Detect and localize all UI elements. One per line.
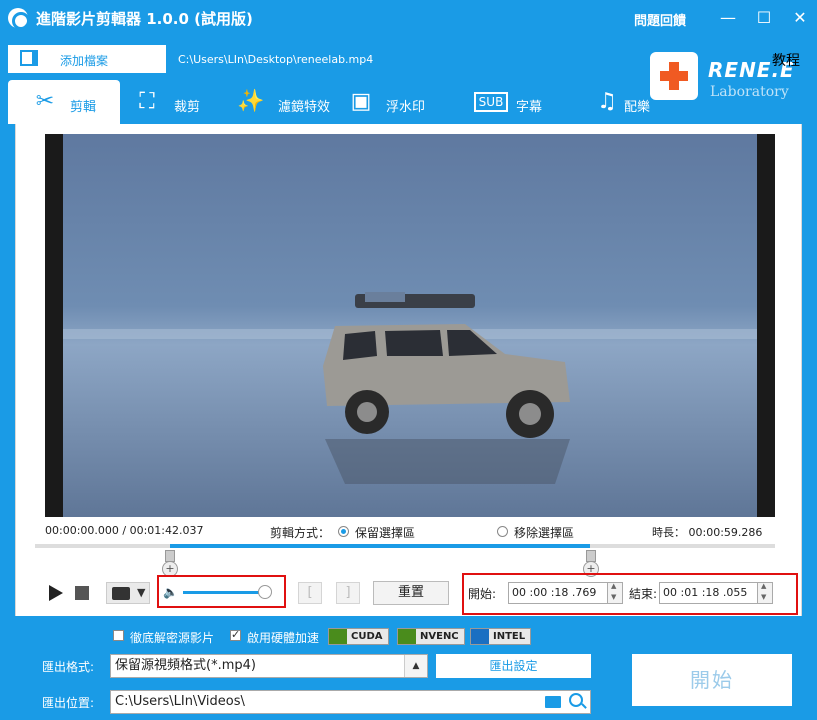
cuda-badge: CUDA xyxy=(328,628,389,645)
format-select[interactable]: 保留源視頻格式(*.mp4) xyxy=(110,654,428,678)
maximize-button[interactable]: ☐ xyxy=(752,6,776,30)
output-path-field[interactable]: C:\Users\LIn\Videos\ xyxy=(110,690,591,714)
current-file-path: C:\Users\LIn\Desktop\reneelab.mp4 xyxy=(178,53,374,66)
format-label: 匯出格式: xyxy=(42,660,95,674)
tutorial-link[interactable]: 教程 xyxy=(772,50,800,70)
end-time-spinner[interactable] xyxy=(757,582,773,604)
scissors-icon: ✂ xyxy=(35,89,55,114)
start-time-field[interactable]: 00 :00 :18 .769 xyxy=(508,582,612,604)
decrypt-label: 徹底解密源影片 xyxy=(130,631,215,645)
volume-knob[interactable] xyxy=(258,585,272,599)
nvenc-badge: NVENC xyxy=(397,628,465,645)
timeline-track[interactable] xyxy=(35,544,775,548)
export-settings-button[interactable]: 匯出設定 xyxy=(436,654,591,678)
tab-filters-label: 濾鏡特效 xyxy=(278,100,331,115)
cut-mode-label: 剪輯方式： xyxy=(270,526,331,540)
start-time-label: 開始: xyxy=(468,587,497,601)
tab-cut[interactable]: ✂ 剪輯 xyxy=(8,80,120,124)
tab-watermark-label: 浮水印 xyxy=(386,100,426,115)
volume-slider[interactable] xyxy=(183,591,265,594)
chevron-down-icon: ▼ xyxy=(137,586,146,599)
reset-button[interactable]: 重置 xyxy=(373,581,449,605)
nvidia-icon xyxy=(329,629,347,644)
nvidia-icon xyxy=(398,629,416,644)
hwaccel-checkbox[interactable] xyxy=(230,628,241,641)
remove-selection-label: 移除選擇區 xyxy=(514,526,575,540)
set-end-button[interactable]: ] xyxy=(336,582,360,604)
crop-icon: ⛶ xyxy=(139,89,155,114)
close-button[interactable]: ✕ xyxy=(788,6,812,30)
video-preview xyxy=(45,134,775,517)
tab-music-label: 配樂 xyxy=(624,100,651,115)
search-icon[interactable] xyxy=(569,693,583,707)
subtitle-icon: SUB xyxy=(474,92,508,112)
remove-selection-radio[interactable] xyxy=(497,526,508,537)
intel-icon xyxy=(471,629,489,644)
stop-icon[interactable] xyxy=(75,586,89,600)
end-time-label: 結束: xyxy=(629,587,658,601)
start-export-button[interactable]: 開始 xyxy=(632,654,792,706)
keep-selection-label: 保留選擇區 xyxy=(355,526,416,540)
decrypt-checkbox[interactable] xyxy=(113,630,124,641)
music-icon: ♫ xyxy=(597,89,617,114)
window-title: 進階影片剪輯器 1.0.0 (試用版) xyxy=(36,10,253,28)
speaker-icon[interactable]: 🔈 xyxy=(163,585,178,599)
add-file-label: 添加檔案 xyxy=(60,54,109,68)
set-start-button[interactable]: [ xyxy=(298,582,322,604)
folder-icon[interactable] xyxy=(545,696,561,708)
playback-time: 00:00:00.000 / 00:01:42.037 xyxy=(45,524,204,537)
timeline-selection xyxy=(170,544,590,548)
tab-crop-label: 裁剪 xyxy=(174,100,201,115)
format-value: 保留源視頻格式(*.mp4) xyxy=(115,658,256,673)
keep-selection-radio[interactable] xyxy=(338,526,349,537)
minimize-button[interactable]: — xyxy=(716,6,740,30)
snapshot-button[interactable]: ▼ xyxy=(106,582,150,604)
app-logo-icon xyxy=(8,8,30,30)
selection-duration: 時長： 00:00:59.286 xyxy=(652,526,763,539)
add-file-icon xyxy=(20,50,38,66)
tab-subtitle[interactable]: SUB 字幕 xyxy=(474,80,564,124)
path-label: 匯出位置: xyxy=(42,696,95,710)
intel-badge: INTEL xyxy=(470,628,532,645)
output-path-value: C:\Users\LIn\Videos\ xyxy=(115,694,245,709)
volume-control: 🔈 xyxy=(157,575,286,608)
tab-cut-label: 剪輯 xyxy=(70,100,97,115)
magic-wand-icon: ✨ xyxy=(237,89,265,114)
tab-music[interactable]: ♫ 配樂 xyxy=(592,80,672,124)
play-icon[interactable] xyxy=(49,585,63,601)
hwaccel-label: 啟用硬體加速 xyxy=(247,631,320,645)
format-dropdown-icon[interactable]: ▲ xyxy=(404,655,427,677)
tab-crop[interactable]: ⛶ 裁剪 xyxy=(130,80,220,124)
start-marker-handle[interactable]: + xyxy=(162,550,178,577)
tab-subtitle-label: 字幕 xyxy=(516,100,543,115)
end-time-field[interactable]: 00 :01 :18 .055 xyxy=(659,582,763,604)
tab-watermark[interactable]: ▣ 浮水印 xyxy=(346,80,436,124)
feature-tabs: ✂ 剪輯 ⛶ 裁剪 ✨ 濾鏡特效 ▣ 浮水印 SUB 字幕 ♫ 配樂 xyxy=(0,80,817,124)
add-file-button[interactable]: 添加檔案 xyxy=(8,45,166,73)
feedback-button[interactable]: 問題回饋 xyxy=(634,10,686,29)
camera-icon xyxy=(112,587,130,600)
start-time-spinner[interactable] xyxy=(607,582,623,604)
tab-filters[interactable]: ✨ 濾鏡特效 xyxy=(234,80,334,124)
vehicle-frame-image xyxy=(323,292,570,484)
watermark-icon: ▣ xyxy=(350,89,372,114)
title-bar: 進階影片剪輯器 1.0.0 (試用版) 問題回饋 — ☐ ✕ xyxy=(0,0,817,36)
